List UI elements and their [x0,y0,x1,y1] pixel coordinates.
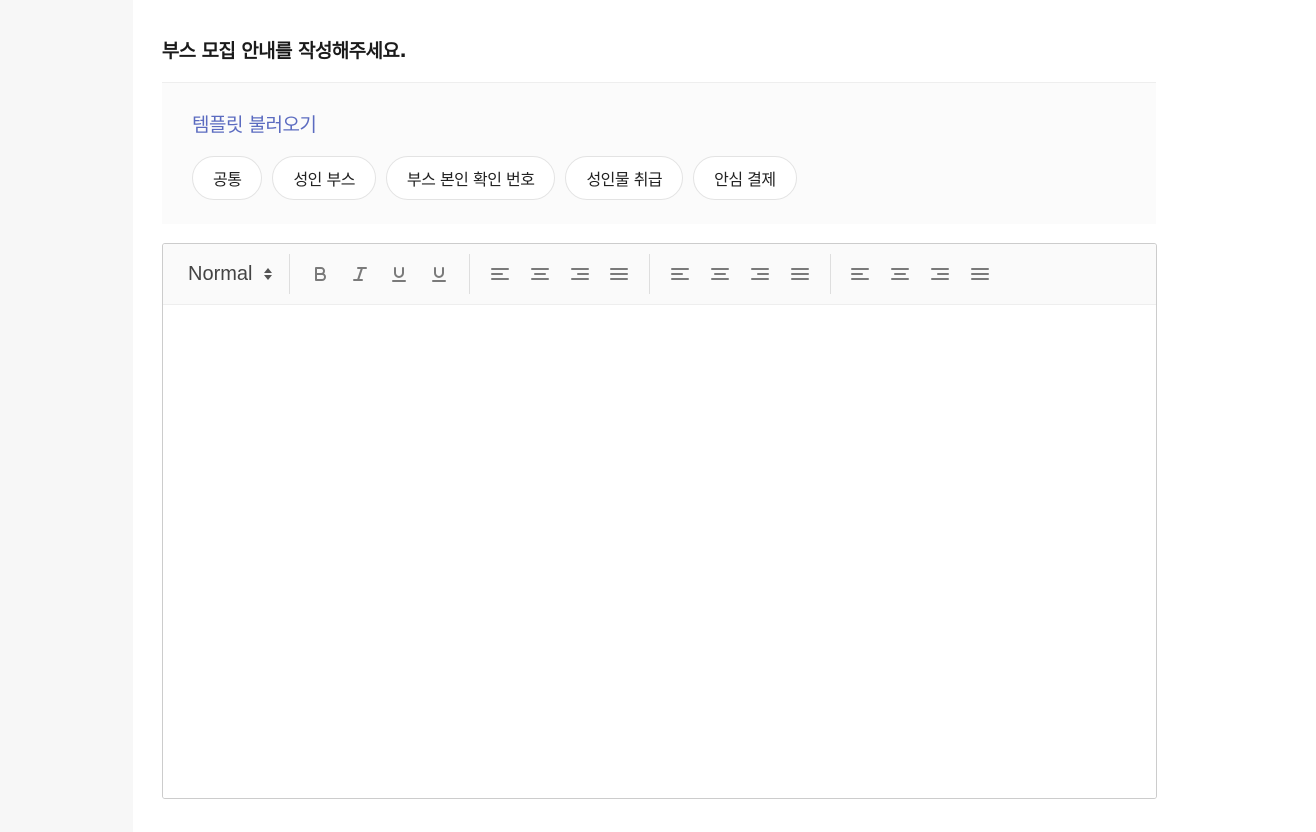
underline-icon [392,267,407,282]
toolbar-divider [649,254,651,294]
align-group-1 [480,257,639,291]
toolbar-divider [469,254,471,294]
editor-toolbar: Normal [163,244,1156,305]
align-right-button[interactable] [560,257,600,291]
align-right-icon [570,268,589,280]
underline-button[interactable] [380,257,420,291]
align-center-icon [891,268,910,280]
rich-text-editor: Normal [162,243,1157,799]
align-center-icon [711,268,730,280]
align-left-button-3[interactable] [841,257,881,291]
align-left-button[interactable] [480,257,520,291]
align-justify-button-3[interactable] [960,257,1000,291]
text-style-group [300,257,459,291]
align-left-icon [671,268,690,280]
align-left-button-2[interactable] [660,257,700,291]
template-chip-safe-payment[interactable]: 안심 결제 [693,156,797,200]
align-justify-icon [970,268,989,280]
italic-button[interactable] [340,257,380,291]
align-justify-button[interactable] [600,257,640,291]
align-right-button-3[interactable] [920,257,960,291]
editor-content-area[interactable] [163,305,1156,798]
align-justify-icon [790,268,809,280]
align-justify-icon [610,268,629,280]
align-right-icon [931,268,950,280]
section-title: 부스 모집 안내를 작성해주세요. [162,40,407,62]
underline-button-2[interactable] [419,257,459,291]
format-select-value: Normal [188,262,253,285]
format-select[interactable]: Normal [181,259,279,289]
italic-icon [352,267,367,281]
template-panel: 템플릿 불러오기 공통 성인 부스 부스 본인 확인 번호 성인물 취급 안심 … [162,82,1156,224]
align-center-button-2[interactable] [700,257,740,291]
align-center-icon [530,268,549,280]
align-group-2 [660,257,819,291]
toolbar-divider [289,254,290,294]
template-chip-adult-content[interactable]: 성인물 취급 [565,156,684,200]
align-right-icon [750,268,769,280]
align-group-3 [841,257,1000,291]
load-template-link[interactable]: 템플릿 불러오기 [192,110,317,137]
up-down-arrows-icon [264,268,273,280]
left-sidebar [0,0,133,832]
align-center-button[interactable] [520,257,560,291]
bold-button[interactable] [300,257,340,291]
align-justify-button-2[interactable] [780,257,820,291]
align-left-icon [491,268,510,280]
align-left-icon [851,268,870,280]
template-chip-adult-booth[interactable]: 성인 부스 [272,156,376,200]
align-center-button-3[interactable] [880,257,920,291]
template-chip-booth-id-number[interactable]: 부스 본인 확인 번호 [385,156,556,200]
underline-icon [432,267,447,282]
template-chip-row: 공통 성인 부스 부스 본인 확인 번호 성인물 취급 안심 결제 [192,156,797,200]
toolbar-divider [829,254,831,294]
template-chip-common[interactable]: 공통 [192,156,263,200]
bold-icon [314,267,326,281]
align-right-button-2[interactable] [740,257,780,291]
